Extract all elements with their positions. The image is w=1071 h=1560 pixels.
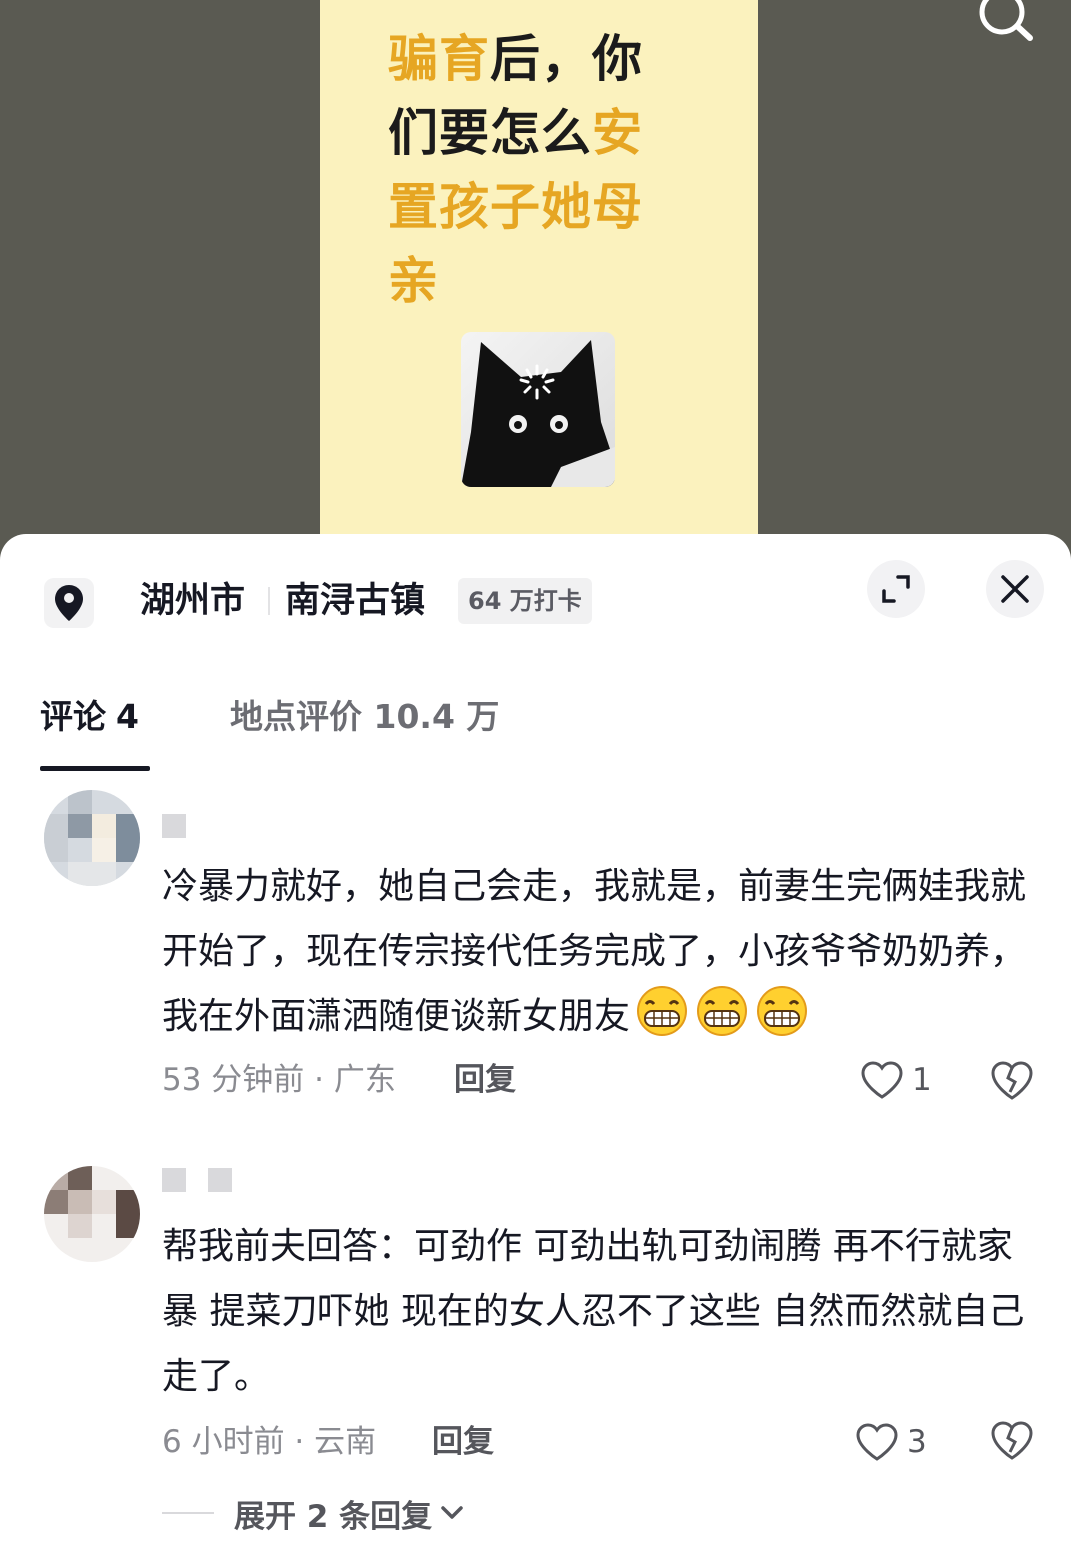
comment-2-username[interactable]	[162, 1168, 232, 1192]
grin-emoji-icon	[634, 986, 690, 1057]
expand-replies-button[interactable]: 展开 2 条回复	[162, 1490, 464, 1536]
chevron-down-icon	[440, 1505, 464, 1521]
location-pin-icon	[44, 578, 94, 628]
comment-2-avatar[interactable]	[44, 1166, 140, 1262]
tab-comments-count: 4	[116, 697, 139, 736]
checkin-count-badge: 64 万打卡	[458, 578, 592, 624]
comment-1-avatar[interactable]	[44, 790, 140, 886]
grin-emoji-icon	[754, 986, 810, 1057]
broken-heart-icon	[991, 1061, 1033, 1100]
tab-comments[interactable]: 评论 4	[40, 694, 139, 740]
broken-heart-icon	[991, 1421, 1033, 1460]
location-place[interactable]: 南浔古镇	[285, 578, 425, 624]
comment-1-like-button[interactable]: 1	[860, 1058, 932, 1102]
video-preview[interactable]: 骗育后，你 们要怎么安 置孩子她母 亲	[0, 0, 1071, 560]
video-title-line-2: 们要怎么安	[388, 104, 643, 162]
tab-comments-label: 评论	[40, 697, 106, 736]
cat-meme-image	[461, 332, 615, 487]
comment-2-dislike-button[interactable]	[990, 1418, 1034, 1462]
video-title-line-1: 骗育后，你	[388, 30, 643, 88]
comment-2-like-count: 3	[907, 1424, 927, 1460]
expand-divider	[162, 1512, 214, 1514]
heart-icon	[861, 1061, 903, 1099]
comment-2-meta: 6 小时前 · 云南	[162, 1424, 377, 1460]
comment-1-meta: 53 分钟前 · 广东	[162, 1062, 396, 1098]
comment-2-like-button[interactable]: 3	[855, 1420, 927, 1464]
comment-1-username[interactable]	[162, 814, 186, 838]
comment-1-text: 冷暴力就好，她自己会走，我就是，前妻生完俩娃我就开始了，现在传宗接代任务完成了，…	[162, 854, 1042, 1057]
expand-icon	[882, 575, 910, 603]
video-title-line-4: 亲	[388, 252, 439, 310]
expand-replies-label: 展开 2 条回复	[234, 1498, 433, 1535]
tab-place-reviews[interactable]: 地点评价 10.4 万	[230, 694, 499, 740]
video-title-line-3: 置孩子她母	[388, 178, 643, 236]
username-blur	[162, 814, 186, 838]
username-blur	[162, 1168, 186, 1192]
tab-active-indicator	[40, 766, 150, 771]
comment-1-like-count: 1	[912, 1062, 932, 1098]
comment-1-body: 冷暴力就好，她自己会走，我就是，前妻生完俩娃我就开始了，现在传宗接代任务完成了，…	[162, 866, 1027, 1037]
comment-1-dislike-button[interactable]	[990, 1058, 1034, 1102]
grin-emoji-icon	[694, 986, 750, 1057]
expand-button[interactable]	[867, 560, 925, 618]
heart-icon	[856, 1423, 898, 1461]
close-button[interactable]	[986, 560, 1044, 618]
search-icon	[979, 0, 1033, 41]
location-divider	[268, 587, 270, 615]
location-city[interactable]: 湖州市	[140, 578, 245, 624]
comment-1-reply-button[interactable]: 回复	[454, 1058, 516, 1102]
comment-2-reply-button[interactable]: 回复	[432, 1420, 494, 1464]
close-icon	[1001, 575, 1029, 603]
username-blur	[208, 1168, 232, 1192]
comment-2-text: 帮我前夫回答：可劲作 可劲出轨可劲闹腾 再不行就家暴 提菜刀吓她 现在的女人忍不…	[162, 1226, 1025, 1397]
search-button[interactable]	[972, 0, 1036, 42]
